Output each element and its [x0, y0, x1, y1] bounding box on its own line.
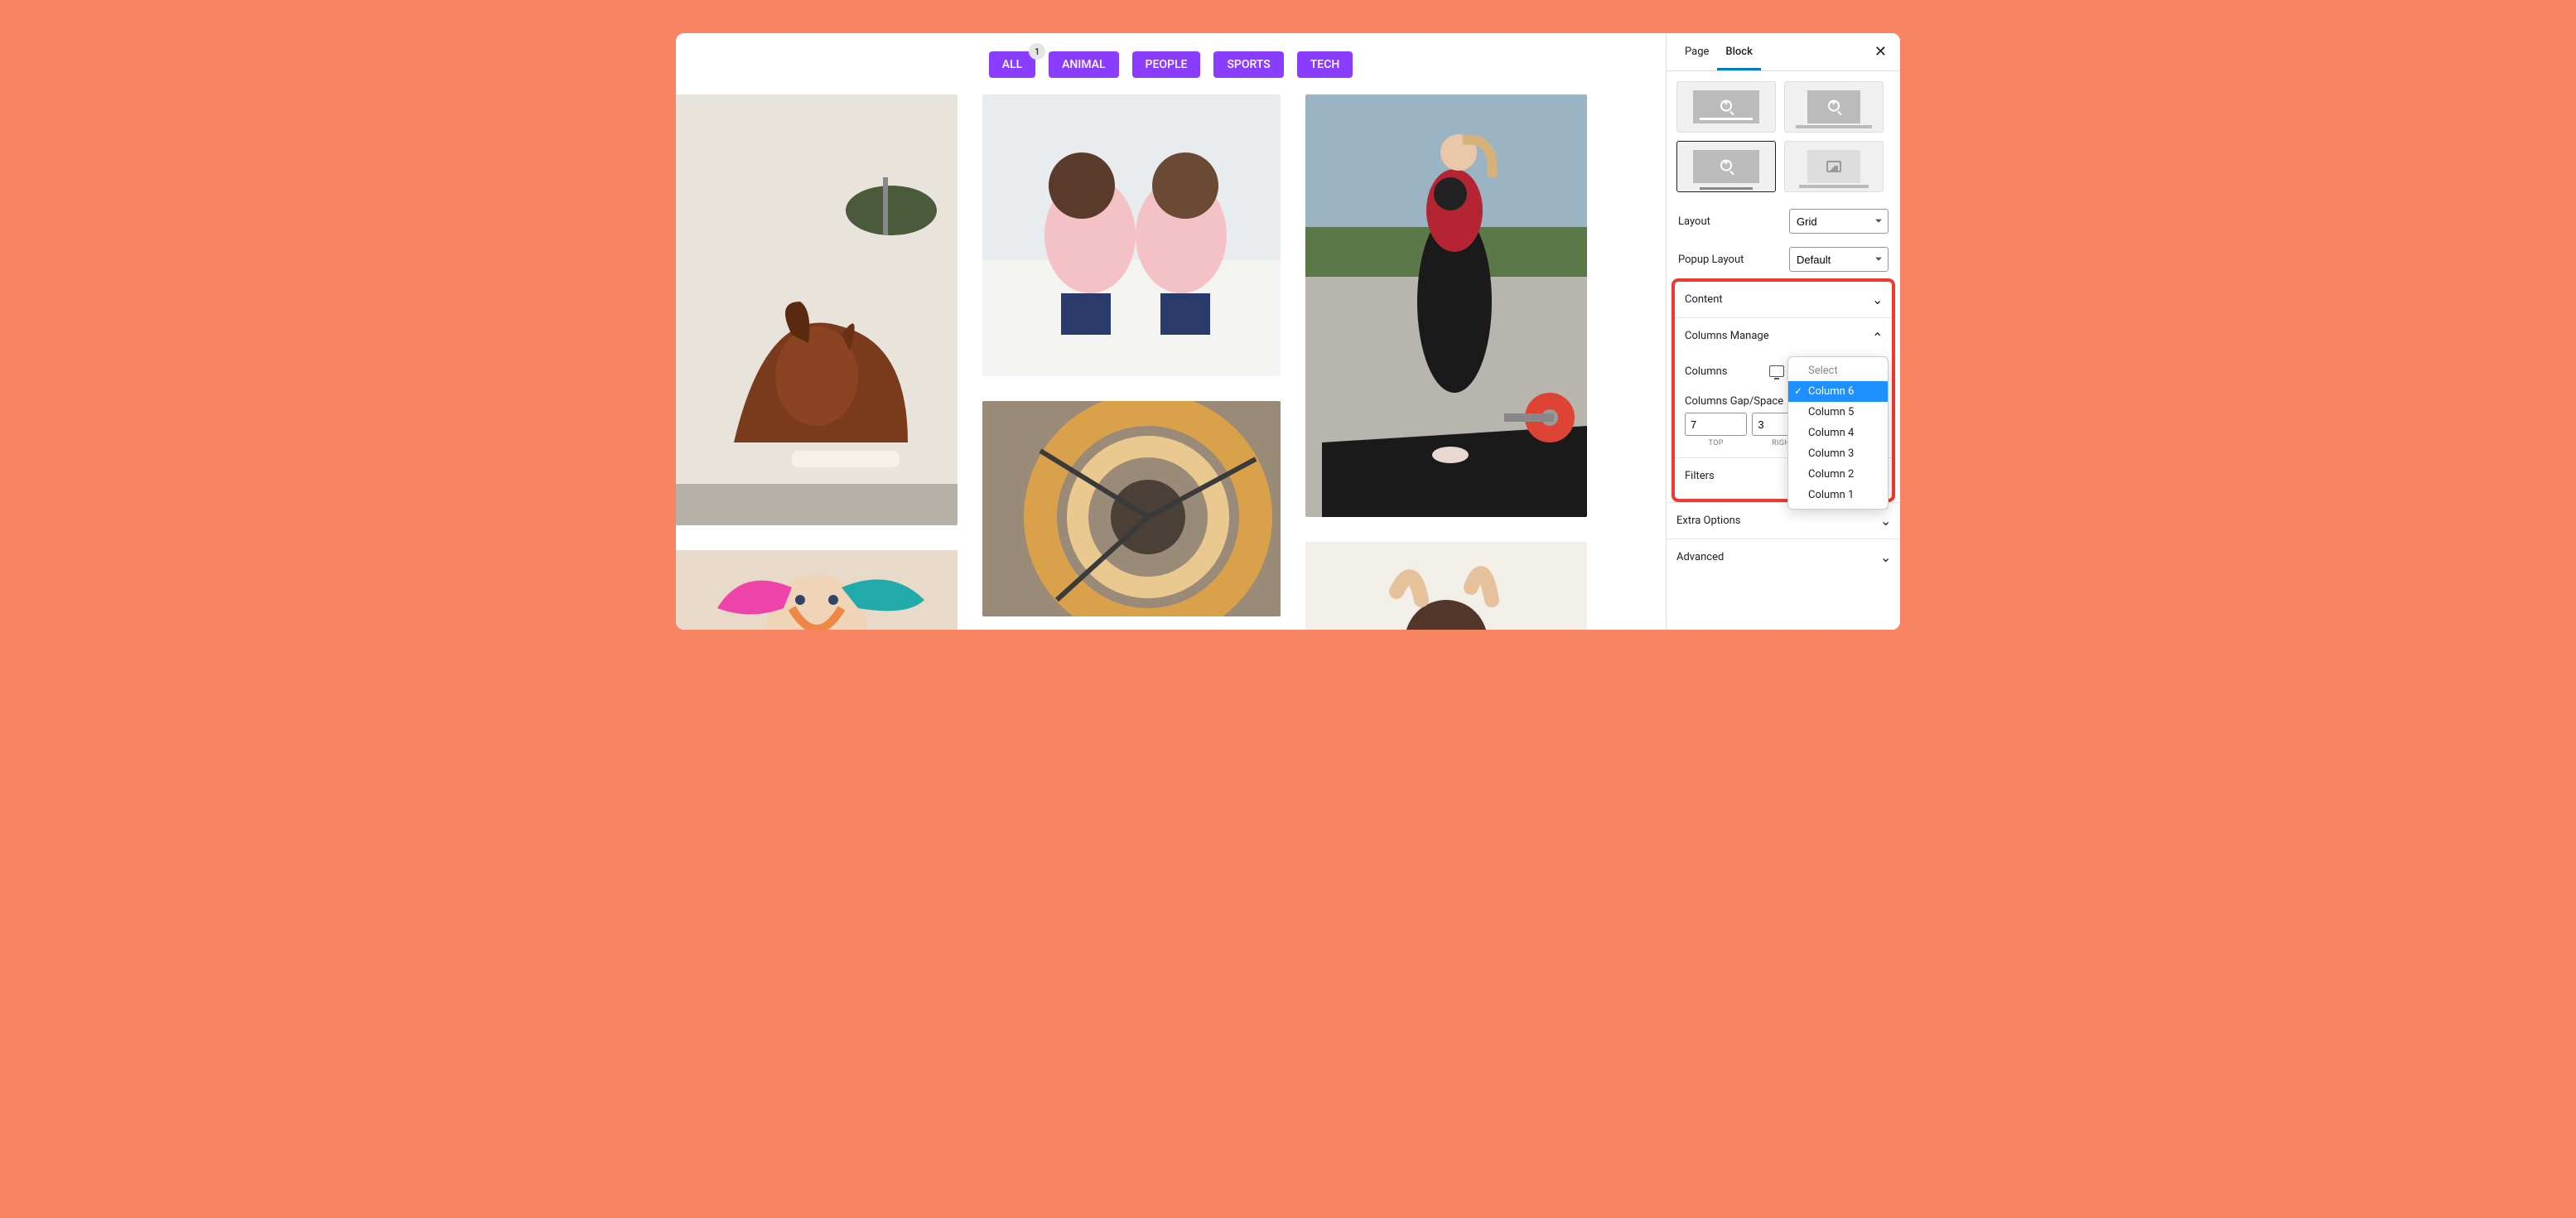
tab-block[interactable]: Block [1717, 33, 1760, 70]
layout-label: Layout [1678, 215, 1710, 228]
chevron-up-icon [1872, 331, 1882, 341]
popup-layout-label: Popup Layout [1678, 254, 1744, 266]
sidebar-tabs: Page Block ✕ [1667, 33, 1900, 71]
filter-label: ALL [1002, 58, 1022, 71]
layout-preview-selected[interactable] [1676, 141, 1776, 192]
close-sidebar-button[interactable]: ✕ [1871, 40, 1890, 64]
chevron-down-icon [1880, 553, 1890, 563]
filter-badge: 1 [1029, 43, 1045, 60]
gallery-column [1305, 94, 1587, 630]
panel-advanced[interactable]: Advanced [1667, 539, 1900, 575]
gallery-image[interactable] [1305, 94, 1587, 517]
dropdown-option[interactable]: Column 2 [1788, 464, 1888, 485]
panel-label: Content [1685, 293, 1723, 306]
gallery-image[interactable] [676, 94, 958, 525]
panel-label: Extra Options [1676, 515, 1741, 527]
layout-select[interactable]: Grid [1789, 209, 1889, 234]
filter-sports[interactable]: SPORTS [1213, 51, 1283, 78]
settings-sidebar: Page Block ✕ Layout Grid Popup Layout [1666, 33, 1900, 630]
filter-animal[interactable]: ANIMAL [1049, 51, 1118, 78]
gallery-image[interactable] [1305, 542, 1587, 630]
popup-layout-select[interactable]: Default [1789, 247, 1889, 272]
filter-people[interactable]: PEOPLE [1132, 51, 1201, 78]
layout-preview[interactable] [1784, 141, 1884, 192]
columns-label: Columns [1685, 365, 1763, 378]
panel-content[interactable]: Content [1675, 282, 1892, 317]
layout-previews [1667, 71, 1900, 202]
chevron-down-icon [1880, 516, 1890, 526]
close-icon: ✕ [1874, 43, 1887, 60]
layout-row: Layout Grid [1667, 202, 1900, 240]
gallery-grid [676, 86, 1666, 630]
panel-label: Advanced [1676, 551, 1724, 563]
gallery-column [982, 94, 1281, 630]
panel-label: Filters [1685, 470, 1715, 482]
panel-label: Columns Manage [1685, 330, 1769, 342]
filter-all[interactable]: ALL 1 [989, 51, 1035, 78]
filter-bar: ALL 1 ANIMAL PEOPLE SPORTS TECH [676, 33, 1666, 86]
gallery-image[interactable] [982, 401, 1281, 616]
columns-gap-label: Columns Gap/Space [1685, 395, 1783, 408]
filter-label: TECH [1310, 58, 1340, 71]
dropdown-option[interactable]: Column 6 [1788, 381, 1888, 402]
editor-canvas: ALL 1 ANIMAL PEOPLE SPORTS TECH [676, 33, 1666, 630]
popup-layout-row: Popup Layout Default [1667, 240, 1900, 278]
filter-tech[interactable]: TECH [1297, 51, 1353, 78]
layout-preview[interactable] [1676, 81, 1776, 133]
gallery-column [676, 94, 958, 630]
chevron-down-icon [1872, 295, 1882, 305]
dropdown-option[interactable]: Column 3 [1788, 443, 1888, 464]
dropdown-option[interactable]: Column 5 [1788, 402, 1888, 423]
columns-dropdown: Select Column 6 Column 5 Column 4 Column… [1787, 356, 1889, 510]
dropdown-option[interactable]: Column 4 [1788, 423, 1888, 443]
dropdown-header: Select [1788, 360, 1888, 381]
gallery-image[interactable] [982, 94, 1281, 376]
tab-page[interactable]: Page [1676, 33, 1717, 70]
app-window: ALL 1 ANIMAL PEOPLE SPORTS TECH [676, 33, 1900, 630]
gap-top-input[interactable] [1685, 413, 1747, 436]
filter-label: ANIMAL [1062, 58, 1105, 71]
dropdown-option[interactable]: Column 1 [1788, 485, 1888, 505]
filter-label: SPORTS [1227, 58, 1270, 71]
layout-preview[interactable] [1784, 81, 1884, 133]
gallery-image[interactable] [676, 550, 958, 630]
responsive-icon[interactable] [1769, 365, 1784, 377]
panel-columns-manage[interactable]: Columns Manage [1675, 317, 1892, 354]
filter-label: PEOPLE [1146, 58, 1188, 71]
gap-top-caption: TOP [1685, 439, 1747, 447]
